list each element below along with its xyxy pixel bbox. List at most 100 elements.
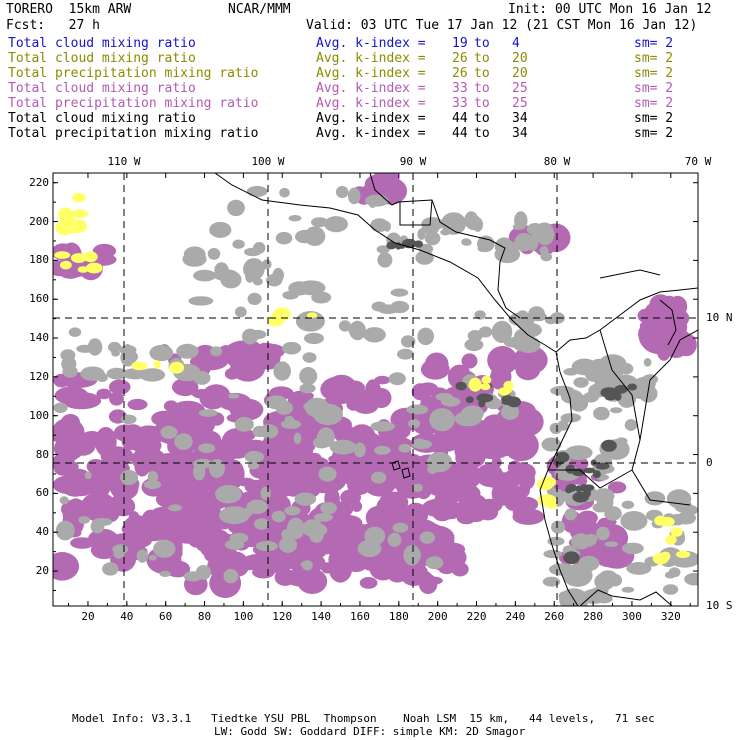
cloud-blob [621,500,635,509]
cloud-blob [299,383,316,394]
cloud-blob [280,419,302,429]
cloud-blob [184,527,205,538]
cloud-blob [54,251,71,259]
cloud-blob [383,566,400,577]
cloud-blob [643,358,652,367]
cloud-blob [454,411,482,427]
map-panel [52,172,699,607]
cloud-blob [62,365,78,378]
x-tick-label: 100 [233,610,254,623]
cloud-blob [555,451,570,463]
cloud-blob [232,239,245,249]
cloud-blob [551,520,566,534]
cloud-blob [392,522,409,533]
cloud-blob [573,377,589,388]
cloud-blob [204,547,228,563]
cloud-blob [614,384,628,394]
x-tick-label: 160 [350,610,370,623]
cloud-blob [495,476,520,505]
cloud-blob [675,550,691,559]
y-tick-label: 80 [35,447,49,461]
cloud-blob [53,402,68,413]
cloud-blob [441,212,467,235]
cloud-blob [60,349,76,362]
y-tick-label: 120 [29,369,49,383]
cloud-blob [293,432,302,445]
cloud-blob [84,471,92,480]
cloud-blob [388,372,406,386]
cloud-blob [195,565,212,580]
cloud-blob [564,508,577,521]
cloud-blob [374,445,391,455]
cloud-blob [227,199,245,217]
cloud-blob [209,459,225,478]
cloud-blob [503,337,528,348]
cloud-blob [243,258,265,281]
cloud-blob [568,570,580,578]
longitude-label: 70 W [684,155,712,168]
cloud-blob [514,211,528,230]
cloud-blob [70,253,87,263]
cloud-blob [143,480,162,490]
cloud-blob [300,561,311,568]
cloud-blob [684,572,698,586]
cloud-blob [478,326,493,338]
cloud-blob [153,360,161,369]
cloud-blob [224,539,245,550]
y-tick-label: 200 [29,214,49,228]
cloud-blob [294,492,317,506]
y-tick-label: 20 [35,564,49,578]
cloud-blob [652,552,669,565]
cloud-blob [247,292,262,305]
cloud-blob [397,348,414,360]
cloud-blob [101,498,112,515]
cloud-blob [123,344,132,352]
cloud-blob [560,389,583,404]
longitude-label: 80 W [543,155,571,168]
cloud-blob [465,214,482,231]
cloud-blob [318,466,337,482]
cloud-blob [246,499,268,514]
model-info: Model Info: V3.3.1 Tiedtke YSU PBL Thomp… [72,712,655,725]
cloud-blob [209,221,232,238]
cloud-blob [454,425,486,440]
cloud-blob [539,476,557,488]
cloud-blob [255,541,278,552]
cloud-blob [495,441,510,456]
cloud-blob [271,510,286,523]
x-tick-label: 260 [544,610,565,623]
cloud-blob [228,523,248,534]
cloud-blob [111,349,120,357]
latitude-label: 0 [706,456,713,469]
cloud-blob [537,494,557,507]
cloud-blob [593,488,615,504]
cloud-blob [148,554,157,561]
x-tick-label: 320 [660,610,681,623]
longitude-label: 100 W [251,155,285,168]
cloud-blob [169,361,185,374]
cloud-blob [174,433,193,450]
cloud-blob [566,483,577,492]
cloud-blob [622,542,644,555]
longitude-label: 110 W [107,155,141,168]
cloud-blob [275,231,293,245]
cloud-blob [670,527,683,537]
cloud-blob [81,431,103,444]
cloud-blob [59,215,75,226]
cloud-blob [273,361,292,381]
cloud-blob [53,552,80,581]
cloud-blob [390,300,410,314]
cloud-blob [608,573,623,587]
cloud-blob [182,251,207,267]
cloud-blob [403,544,421,566]
y-tick-label: 140 [29,331,49,345]
cloud-blob [481,375,492,384]
cloud-blob [60,260,72,270]
cloud-blob [576,477,588,486]
x-tick-label: 40 [120,610,134,623]
cloud-blob [159,570,171,578]
cloud-blob [543,549,562,559]
cloud-blob [272,267,285,283]
cloud-blob [343,380,365,395]
cloud-blob [96,388,112,400]
